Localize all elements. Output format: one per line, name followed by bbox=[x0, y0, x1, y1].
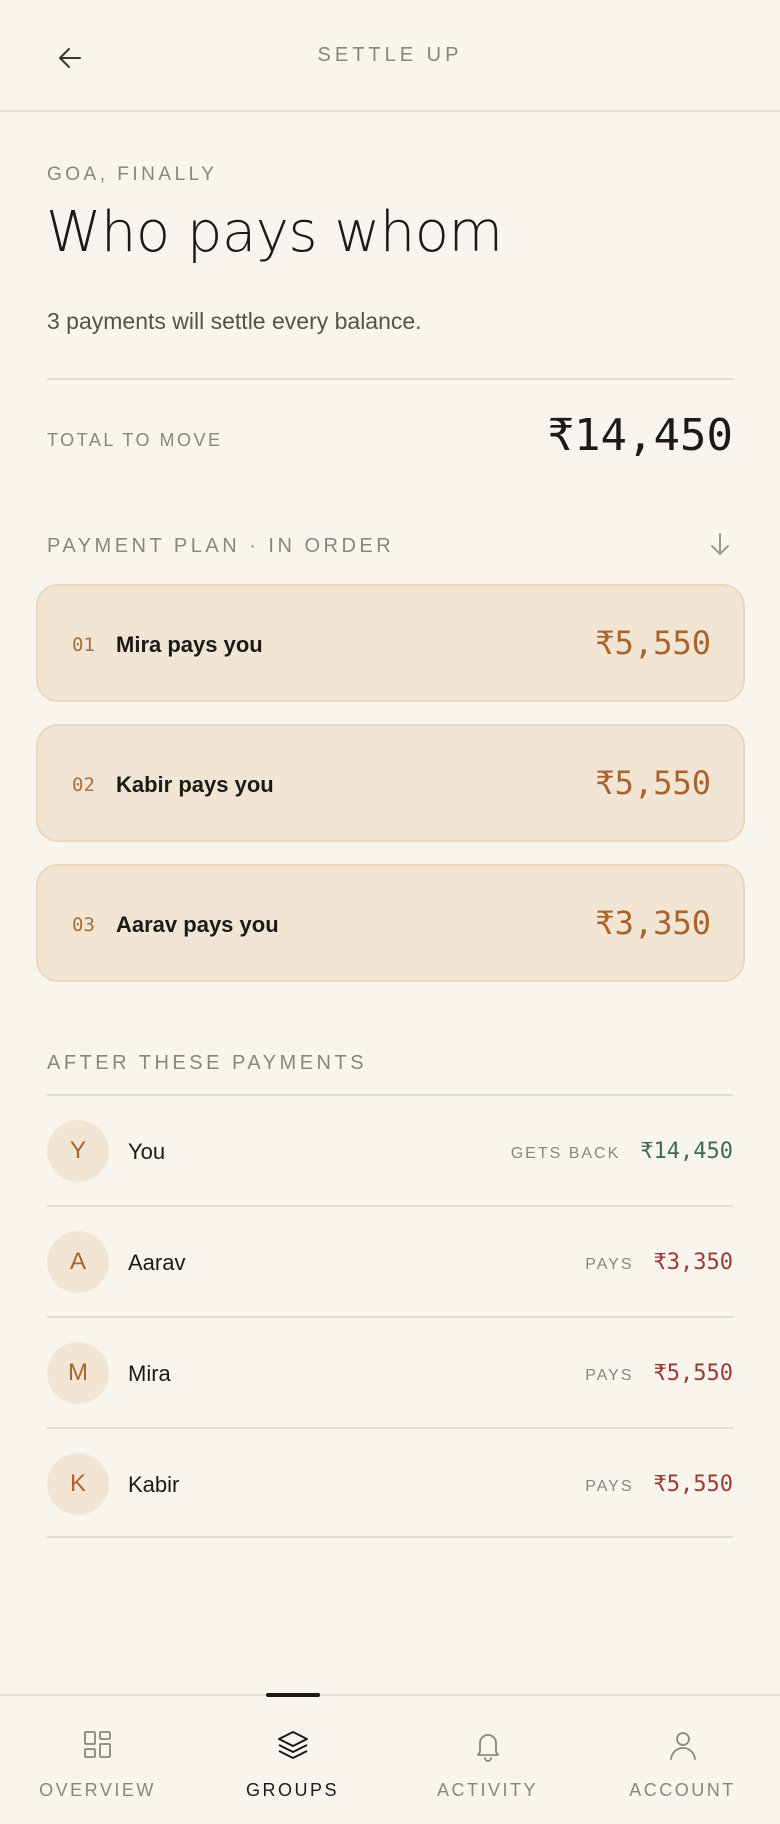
nav-overview[interactable]: OVERVIEW bbox=[0, 1696, 195, 1824]
balance-tag: PAYS bbox=[585, 1256, 634, 1273]
balance-amount: ₹5,550 bbox=[653, 1472, 733, 1497]
total-label: TOTAL TO MOVE bbox=[47, 430, 223, 450]
bottom-navigation: OVERVIEW GROUPS ACTIVITY ACCOUNT bbox=[0, 1693, 780, 1824]
nav-label: ACTIVITY bbox=[436, 1780, 538, 1800]
nav-label: GROUPS bbox=[245, 1780, 339, 1800]
payment-step-number: 02 bbox=[72, 774, 95, 796]
total-value: ₹14,450 bbox=[547, 410, 733, 461]
layers-icon bbox=[278, 1731, 308, 1759]
payment-amount: ₹5,550 bbox=[595, 624, 711, 662]
payment-card[interactable]: 01 Mira pays you ₹5,550 bbox=[36, 584, 745, 702]
payment-card[interactable]: 02 Kabir pays you ₹5,550 bbox=[36, 724, 745, 842]
nav-label: ACCOUNT bbox=[629, 1780, 736, 1800]
balance-amount: ₹5,550 bbox=[653, 1361, 733, 1386]
member-name: Mira bbox=[128, 1361, 171, 1386]
top-bar: SETTLE UP bbox=[0, 0, 780, 112]
payment-step-number: 03 bbox=[72, 914, 95, 936]
balance-row: K Kabir PAYS ₹5,550 bbox=[47, 1427, 733, 1538]
payment-description: Mira pays you bbox=[116, 632, 263, 657]
after-payments-label: AFTER THESE PAYMENTS bbox=[47, 1052, 368, 1074]
balance-tag: PAYS bbox=[585, 1478, 634, 1495]
balance-amount: ₹14,450 bbox=[640, 1139, 733, 1164]
nav-activity[interactable]: ACTIVITY bbox=[390, 1696, 585, 1824]
settle-up-screen: SETTLE UP GOA, FINALLY Who pays whom 3 p… bbox=[0, 0, 780, 1824]
divider bbox=[47, 378, 733, 380]
group-name: GOA, FINALLY bbox=[47, 164, 218, 185]
payment-description: Kabir pays you bbox=[116, 772, 274, 797]
page-header-title: SETTLE UP bbox=[317, 44, 463, 66]
user-icon bbox=[670, 1732, 696, 1760]
nav-label: OVERVIEW bbox=[39, 1780, 156, 1800]
payment-amount: ₹3,350 bbox=[595, 904, 711, 942]
page-title: Who pays whom bbox=[46, 200, 503, 265]
avatar: Y bbox=[47, 1120, 109, 1182]
balance-row: M Mira PAYS ₹5,550 bbox=[47, 1316, 733, 1427]
nav-account[interactable]: ACCOUNT bbox=[585, 1696, 780, 1824]
member-name: Aarav bbox=[128, 1250, 186, 1275]
grid-icon bbox=[84, 1731, 111, 1758]
balance-row: A Aarav PAYS ₹3,350 bbox=[47, 1205, 733, 1316]
balance-row: Y You GETS BACK ₹14,450 bbox=[47, 1094, 733, 1205]
balance-tag: PAYS bbox=[585, 1367, 634, 1384]
payment-step-number: 01 bbox=[72, 634, 95, 656]
payment-plan-label: PAYMENT PLAN · IN ORDER bbox=[47, 535, 395, 557]
member-name: You bbox=[128, 1139, 166, 1164]
arrow-down-icon[interactable] bbox=[706, 530, 734, 558]
avatar: M bbox=[47, 1342, 109, 1404]
payment-amount: ₹5,550 bbox=[595, 764, 711, 802]
payment-card[interactable]: 03 Aarav pays you ₹3,350 bbox=[36, 864, 745, 982]
avatar: K bbox=[47, 1453, 109, 1515]
payment-description: Aarav pays you bbox=[116, 912, 279, 937]
nav-groups[interactable]: GROUPS bbox=[195, 1696, 390, 1824]
avatar: A bbox=[47, 1231, 109, 1293]
member-name: Kabir bbox=[128, 1472, 180, 1497]
page-subtitle: 3 payments will settle every balance. bbox=[47, 308, 422, 334]
bell-icon bbox=[477, 1734, 499, 1762]
balance-tag: GETS BACK bbox=[510, 1145, 621, 1162]
balance-amount: ₹3,350 bbox=[653, 1250, 733, 1275]
